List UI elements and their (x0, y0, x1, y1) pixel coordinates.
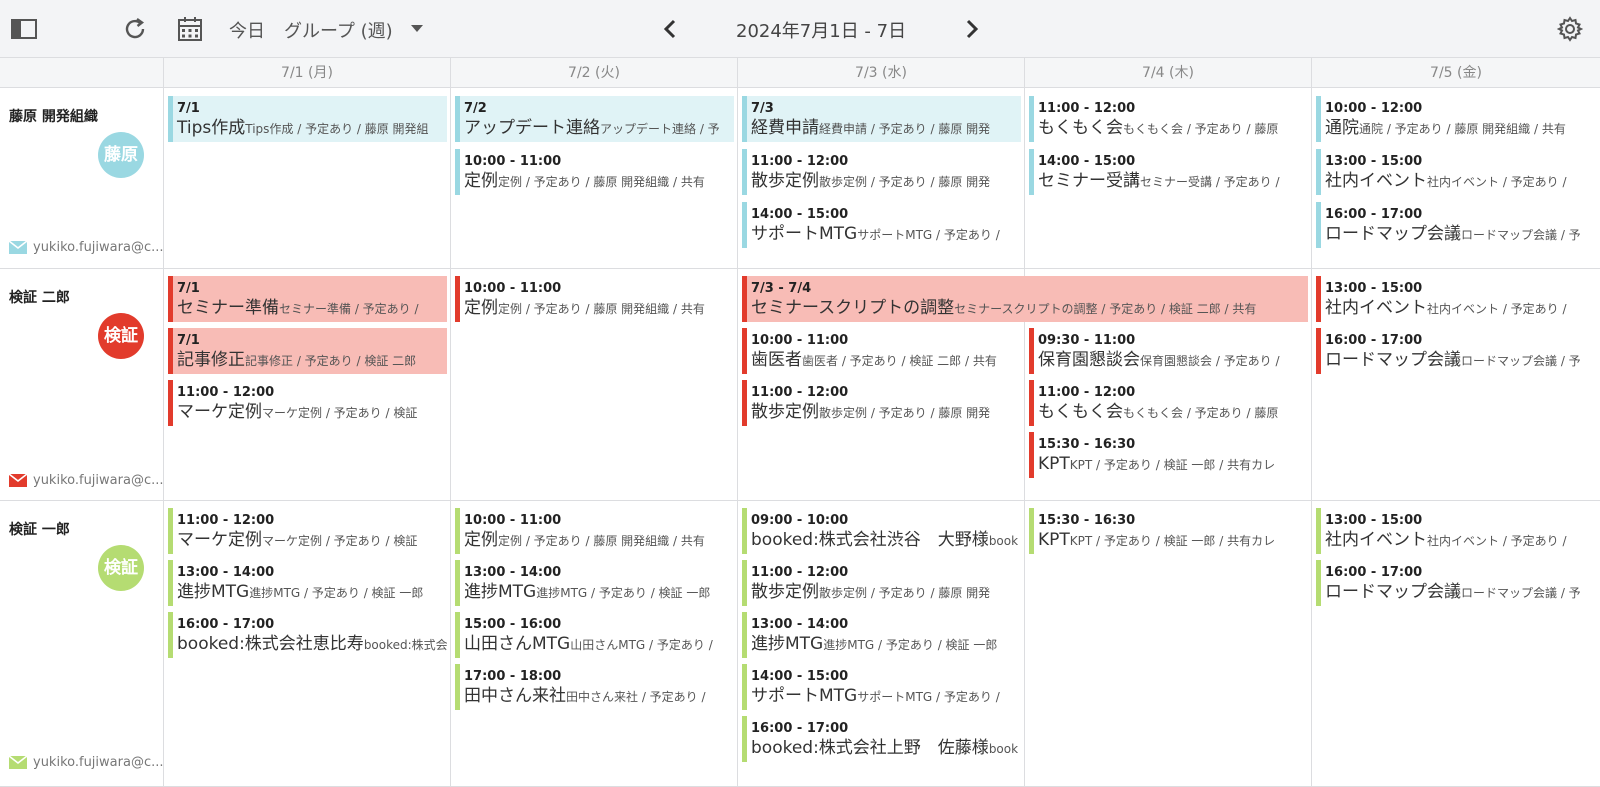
event-chip[interactable]: 16:00 - 17:00 booked:株式会社恵比寿booked:株式会 (168, 612, 447, 658)
event-chip[interactable]: 16:00 - 17:00 booked:株式会社上野 佐藤様book (742, 716, 1021, 762)
event-chip[interactable]: 11:00 - 12:00 もくもく会もくもく会 / 予定あり / 藤原 (1029, 96, 1308, 142)
today-button[interactable]: 今日 (229, 17, 265, 43)
event-chip[interactable]: 11:00 - 12:00 マーケ定例マーケ定例 / 予定あり / 検証 (168, 508, 447, 554)
event-chip[interactable]: 7/3 経費申請経費申請 / 予定あり / 藤原 開発 (742, 96, 1021, 142)
event-chip[interactable]: 13:00 - 14:00 進捗MTG進捗MTG / 予定あり / 検証 一郎 (742, 612, 1021, 658)
mail-icon (9, 474, 27, 487)
event-chip[interactable]: 10:00 - 11:00 定例定例 / 予定あり / 藤原 開発組織 / 共有 (455, 508, 734, 554)
event-chip[interactable]: 7/1 Tips作成Tips作成 / 予定あり / 藤原 開発組 (168, 96, 447, 142)
calendar-grid: 藤原 開発組織 藤原 yukiko.fujiwara@c... 7/1 Tips作… (0, 88, 1600, 787)
event-chip[interactable]: 11:00 - 12:00 マーケ定例マーケ定例 / 予定あり / 検証 (168, 380, 447, 426)
day-header: 7/1 (月) (163, 58, 450, 88)
member-email: yukiko.fujiwara@c... (9, 240, 164, 255)
event-chip[interactable]: 10:00 - 11:00 定例定例 / 予定あり / 藤原 開発組織 / 共有 (455, 276, 734, 322)
member-email: yukiko.fujiwara@c... (9, 755, 164, 770)
event-chip[interactable]: 11:00 - 12:00 もくもく会もくもく会 / 予定あり / 藤原 (1029, 380, 1308, 426)
member-lane: 検証 一郎 検証 yukiko.fujiwara@c... 11:00 - 12… (0, 501, 1600, 787)
event-chip[interactable]: 13:00 - 15:00 社内イベント社内イベント / 予定あり / (1316, 276, 1598, 322)
event-chip[interactable]: 14:00 - 15:00 サポートMTGサポートMTG / 予定あり / (742, 664, 1021, 710)
event-chip[interactable]: 14:00 - 15:00 セミナー受講セミナー受講 / 予定あり / (1029, 149, 1308, 195)
event-chip[interactable]: 13:00 - 15:00 社内イベント社内イベント / 予定あり / (1316, 149, 1598, 195)
event-chip[interactable]: 16:00 - 17:00 ロードマップ会議ロードマップ会議 / 予 (1316, 328, 1598, 374)
day-header: 7/2 (火) (450, 58, 737, 88)
date-range: 2024年7月1日 - 7日 (736, 21, 907, 42)
event-chip[interactable]: 17:00 - 18:00 田中さん来社田中さん来社 / 予定あり / (455, 664, 734, 710)
chevron-down-icon[interactable] (402, 14, 432, 44)
avatar: 藤原 (98, 132, 144, 178)
member-name: 藤原 開発組織 (9, 109, 98, 125)
prev-week-icon[interactable] (655, 14, 685, 44)
day-header: 7/5 (金) (1311, 58, 1600, 88)
event-chip[interactable]: 09:00 - 10:00 booked:株式会社渋谷 大野様book (742, 508, 1021, 554)
refresh-icon[interactable] (120, 14, 150, 44)
member-name: 検証 二郎 (9, 290, 70, 306)
member-lane: 検証 二郎 検証 yukiko.fujiwara@c... 7/1 セミナー準備セ… (0, 269, 1600, 501)
day-header: 7/3 (水) (737, 58, 1024, 88)
event-chip[interactable]: 15:30 - 16:30 KPTKPT / 予定あり / 検証 一郎 / 共有カ… (1029, 432, 1308, 478)
day-header-row: 7/1 (月) 7/2 (火) 7/3 (水) 7/4 (木) 7/5 (金) (0, 58, 1600, 88)
event-chip[interactable]: 13:00 - 14:00 進捗MTG進捗MTG / 予定あり / 検証 一郎 (168, 560, 447, 606)
event-chip[interactable]: 11:00 - 12:00 散歩定例散歩定例 / 予定あり / 藤原 開発 (742, 380, 1021, 426)
event-chip[interactable]: 14:00 - 15:00 サポートMTGサポートMTG / 予定あり / (742, 202, 1021, 248)
event-chip[interactable]: 7/2 アップデート連絡アップデート連絡 / 予 (455, 96, 734, 142)
member-name: 検証 一郎 (9, 522, 70, 538)
event-chip[interactable]: 15:30 - 16:30 KPTKPT / 予定あり / 検証 一郎 / 共有カ… (1029, 508, 1308, 554)
event-chip[interactable]: 09:30 - 11:00 保育園懇談会保育園懇談会 / 予定あり / (1029, 328, 1308, 374)
view-selector[interactable]: グループ (週) (284, 17, 393, 43)
mail-icon (9, 756, 27, 769)
gear-icon[interactable] (1555, 14, 1585, 44)
event-chip[interactable]: 11:00 - 12:00 散歩定例散歩定例 / 予定あり / 藤原 開発 (742, 560, 1021, 606)
next-week-icon[interactable] (957, 14, 987, 44)
event-chip[interactable]: 15:00 - 16:00 山田さんMTG山田さんMTG / 予定あり / (455, 612, 734, 658)
calendar-icon[interactable] (175, 14, 205, 44)
event-chip[interactable]: 13:00 - 15:00 社内イベント社内イベント / 予定あり / (1316, 508, 1598, 554)
member-email: yukiko.fujiwara@c... (9, 473, 164, 488)
event-chip[interactable]: 13:00 - 14:00 進捗MTG進捗MTG / 予定あり / 検証 一郎 (455, 560, 734, 606)
avatar: 検証 (98, 313, 144, 359)
toolbar: 今日 グループ (週) 2024年7月1日 - 7日 (0, 0, 1600, 58)
avatar: 検証 (98, 545, 144, 591)
event-chip[interactable]: 7/3 - 7/4 セミナースクリプトの調整セミナースクリプトの調整 / 予定あり… (742, 276, 1308, 322)
day-header: 7/4 (木) (1024, 58, 1311, 88)
event-chip[interactable]: 7/1 記事修正記事修正 / 予定あり / 検証 二郎 (168, 328, 447, 374)
mail-icon (9, 241, 27, 254)
event-chip[interactable]: 10:00 - 11:00 定例定例 / 予定あり / 藤原 開発組織 / 共有 (455, 149, 734, 195)
sidebar-toggle-icon[interactable] (9, 14, 39, 44)
event-chip[interactable]: 16:00 - 17:00 ロードマップ会議ロードマップ会議 / 予 (1316, 202, 1598, 248)
event-chip[interactable]: 10:00 - 12:00 通院通院 / 予定あり / 藤原 開発組織 / 共有 (1316, 96, 1598, 142)
event-chip[interactable]: 10:00 - 11:00 歯医者歯医者 / 予定あり / 検証 二郎 / 共有 (742, 328, 1021, 374)
event-chip[interactable]: 16:00 - 17:00 ロードマップ会議ロードマップ会議 / 予 (1316, 560, 1598, 606)
event-chip[interactable]: 7/1 セミナー準備セミナー準備 / 予定あり / (168, 276, 447, 322)
member-lane: 藤原 開発組織 藤原 yukiko.fujiwara@c... 7/1 Tips作… (0, 88, 1600, 269)
event-chip[interactable]: 11:00 - 12:00 散歩定例散歩定例 / 予定あり / 藤原 開発 (742, 149, 1021, 195)
